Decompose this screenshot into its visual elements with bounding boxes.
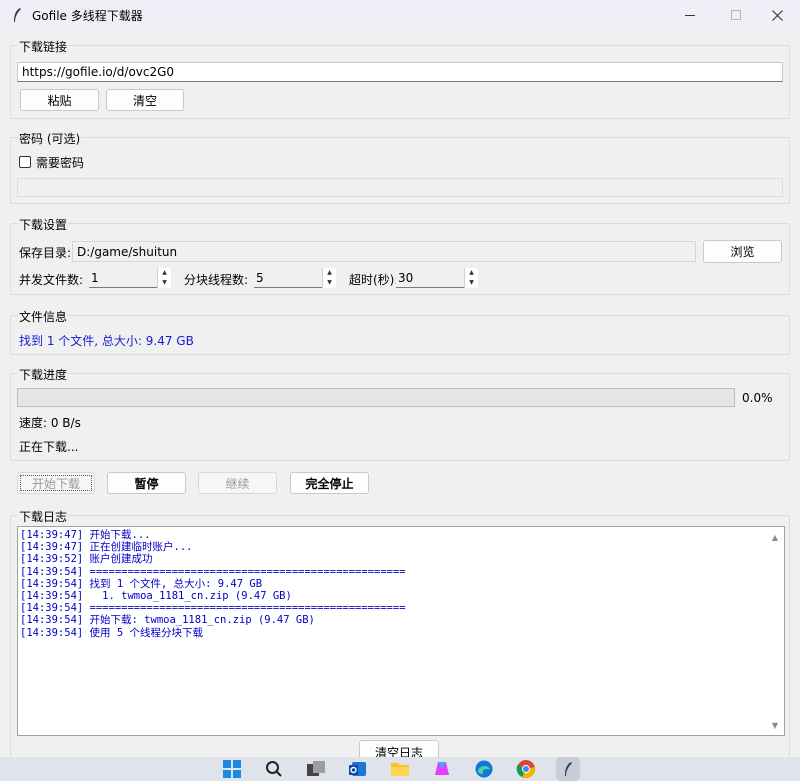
spin-up-icon[interactable]: ▲ [323, 268, 336, 278]
log-lines: [14:39:47] 开始下载... [14:39:47] 正在创建临时账户...… [20, 529, 765, 639]
timeout-label: 超时(秒): [349, 273, 399, 287]
spin-down-icon[interactable]: ▼ [323, 278, 336, 288]
log-line: [14:39:47] 开始下载... [20, 529, 151, 541]
title-bar: Gofile 多线程下载器 [0, 0, 800, 30]
browse-button[interactable]: 浏览 [703, 240, 782, 263]
window-title: Gofile 多线程下载器 [32, 8, 143, 23]
password-group-label: 密码 (可选) [18, 130, 82, 147]
minimize-button[interactable] [667, 0, 713, 30]
log-line: [14:39:47] 正在创建临时账户... [20, 541, 193, 554]
feather-icon [10, 7, 24, 23]
settings-group-label: 下载设置 [18, 216, 69, 233]
log-line: [14:39:54] 开始下载: twmoa_1181_cn.zip (9.47… [20, 614, 315, 627]
log-line: [14:39:54] =============================… [20, 602, 406, 615]
scroll-up-icon[interactable]: ▲ [766, 529, 784, 545]
edge-icon[interactable] [472, 757, 496, 781]
scroll-down-icon[interactable]: ▼ [766, 717, 784, 733]
pause-button[interactable]: 暂停 [107, 472, 186, 494]
task-view-icon[interactable] [304, 757, 328, 781]
timeout-spin-arrows[interactable]: ▲ ▼ [464, 267, 478, 288]
copilot-icon[interactable] [430, 757, 454, 781]
stop-button[interactable]: 完全停止 [290, 472, 369, 494]
info-group-label: 文件信息 [18, 308, 69, 325]
password-input[interactable] [17, 178, 783, 197]
concurrent-value: 1 [91, 270, 99, 285]
timeout-value: 30 [398, 270, 414, 285]
minimize-icon [685, 14, 695, 16]
progress-bar [17, 388, 735, 407]
concurrent-spin-arrows[interactable]: ▲ ▼ [157, 267, 171, 288]
start-download-button[interactable]: 开始下载 [17, 472, 95, 494]
resume-button[interactable]: 继续 [198, 472, 277, 494]
log-group-label: 下载日志 [18, 508, 69, 525]
chunk-threads-value: 5 [256, 270, 264, 285]
outlook-icon[interactable] [346, 757, 370, 781]
chunk-threads-spinbox[interactable]: 5 ▲ ▼ [254, 267, 336, 288]
gofile-app-icon[interactable] [556, 757, 580, 781]
search-icon[interactable] [262, 757, 286, 781]
log-line: [14:39:54] 找到 1 个文件, 总大小: 9.47 GB [20, 577, 263, 590]
taskbar [0, 757, 800, 781]
maximize-icon [731, 10, 741, 20]
spin-up-icon[interactable]: ▲ [158, 268, 171, 278]
progress-group [10, 373, 790, 461]
close-icon [771, 9, 783, 21]
need-password-label: 需要密码 [36, 156, 85, 170]
windows-start-icon[interactable] [220, 757, 244, 781]
log-line: [14:39:54] =============================… [20, 565, 406, 578]
log-line: [14:39:54] 使用 5 个线程分块下载 [20, 626, 204, 639]
spin-down-icon[interactable]: ▼ [158, 278, 171, 288]
status-text: 正在下载... [19, 440, 79, 454]
save-dir-input[interactable]: D:/game/shuitun [72, 241, 696, 262]
log-line: [14:39:52] 账户创建成功 [20, 553, 153, 566]
log-line: [14:39:54] 1. twmoa_1181_cn.zip (9.47 GB… [20, 590, 292, 603]
concurrent-label: 并发文件数: [19, 273, 84, 287]
url-input[interactable]: https://gofile.io/d/ovc2G0 [17, 62, 783, 82]
maximize-button[interactable] [713, 0, 759, 30]
progress-percent: 0.0% [742, 391, 773, 405]
paste-button[interactable]: 粘贴 [20, 89, 99, 111]
log-textarea[interactable]: [14:39:47] 开始下载... [14:39:47] 正在创建临时账户...… [17, 526, 785, 736]
speed-text: 速度: 0 B/s [19, 416, 81, 430]
link-group-label: 下载链接 [18, 38, 69, 55]
need-password-checkbox[interactable] [19, 156, 31, 168]
file-info-text: 找到 1 个文件, 总大小: 9.47 GB [19, 334, 194, 348]
spin-down-icon[interactable]: ▼ [465, 278, 478, 288]
concurrent-spinbox[interactable]: 1 ▲ ▼ [89, 267, 171, 288]
chunk-threads-label: 分块线程数: [184, 273, 249, 287]
log-scrollbar[interactable]: ▲ ▼ [766, 527, 784, 735]
chrome-icon[interactable] [514, 757, 538, 781]
save-dir-label: 保存目录: [19, 246, 72, 260]
file-explorer-icon[interactable] [388, 757, 412, 781]
spin-up-icon[interactable]: ▲ [465, 268, 478, 278]
clear-button[interactable]: 清空 [106, 89, 184, 111]
progress-group-label: 下载进度 [18, 366, 69, 383]
close-button[interactable] [754, 0, 800, 30]
timeout-spinbox[interactable]: 30 ▲ ▼ [396, 267, 478, 288]
chunk-threads-spin-arrows[interactable]: ▲ ▼ [322, 267, 336, 288]
